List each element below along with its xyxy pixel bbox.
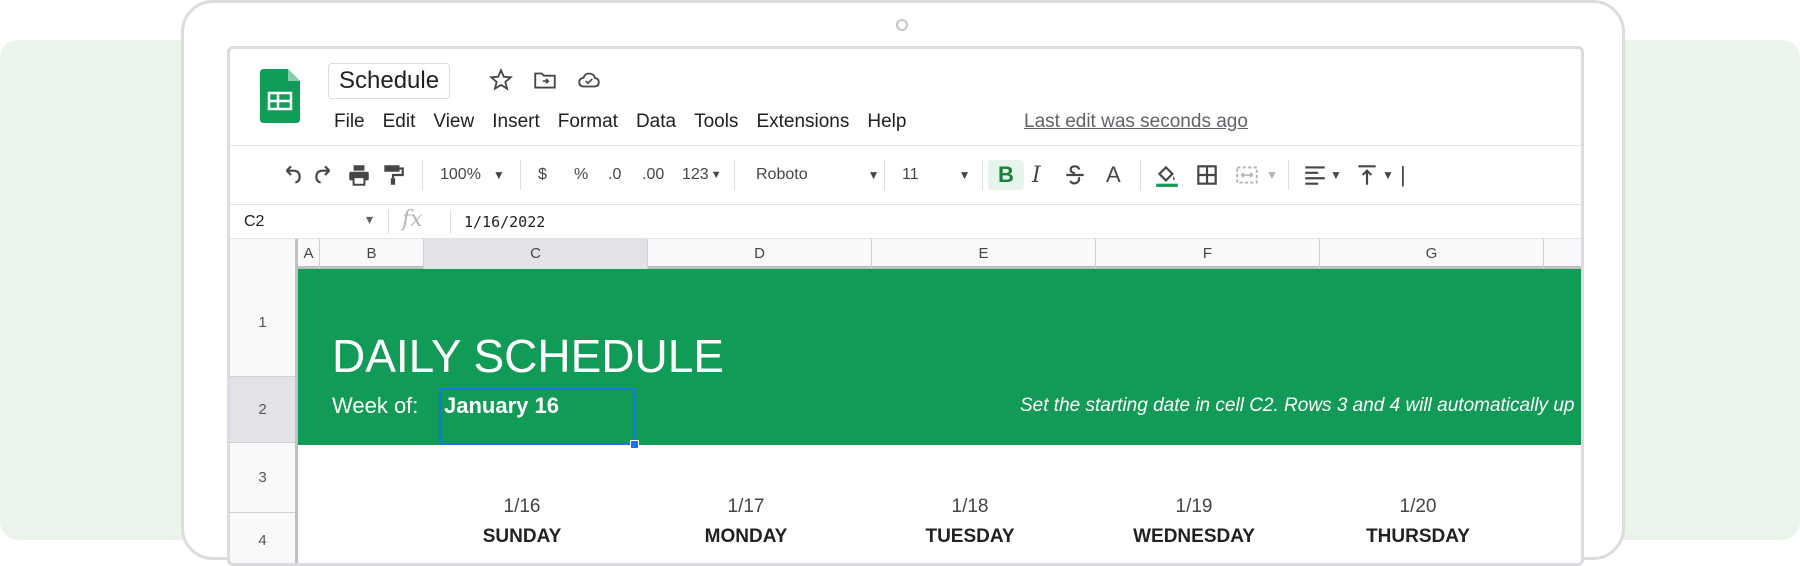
paint-format-button[interactable]: [380, 160, 406, 190]
text-wrap-icon: |: [1400, 162, 1406, 187]
currency-format-button[interactable]: $: [538, 160, 547, 190]
row-header-2[interactable]: 2: [230, 377, 295, 443]
chevron-down-icon: ▼: [492, 168, 505, 182]
font-size-select[interactable]: 11 ▼: [902, 160, 971, 190]
select-all-corner[interactable]: [230, 239, 298, 269]
paint-format-icon: [384, 165, 404, 185]
zoom-select[interactable]: 100% ▼: [440, 160, 505, 190]
menu-file[interactable]: File: [334, 111, 365, 133]
merge-cells-button[interactable]: ▼: [1234, 160, 1278, 190]
formula-input[interactable]: 1/16/2022: [464, 213, 545, 231]
column-header-g[interactable]: G: [1320, 239, 1544, 269]
borders-button[interactable]: [1194, 160, 1220, 190]
name-box-dropdown-icon[interactable]: ▾: [366, 211, 373, 228]
chevron-down-icon: ▼: [1330, 168, 1342, 182]
column-header-f[interactable]: F: [1096, 239, 1320, 269]
fill-handle[interactable]: [630, 440, 639, 449]
chevron-down-icon: ▼: [958, 168, 971, 182]
borders-icon: [1197, 165, 1217, 185]
date-cell[interactable]: 1/20: [1320, 496, 1516, 518]
text-color-button[interactable]: A: [1106, 160, 1121, 190]
fill-color-button[interactable]: [1154, 160, 1180, 190]
vertical-align-button[interactable]: ▼: [1354, 160, 1394, 190]
column-headers: A B C D E F G: [230, 239, 1581, 269]
column-header-b[interactable]: B: [320, 239, 424, 269]
percent-format-button[interactable]: %: [574, 160, 588, 190]
day-name-cell[interactable]: TUESDAY: [872, 526, 1068, 548]
row-header-1[interactable]: 1: [230, 269, 295, 377]
laptop-frame: Schedule File Edit View Insert Format Da…: [181, 0, 1625, 566]
menu-edit[interactable]: Edit: [383, 111, 416, 133]
last-edit-link[interactable]: Last edit was seconds ago: [1024, 111, 1248, 133]
strikethrough-button[interactable]: [1062, 160, 1088, 190]
print-button[interactable]: [346, 160, 372, 190]
font-size-value: 11: [902, 166, 919, 183]
zoom-value: 100%: [440, 166, 481, 183]
redo-icon: [315, 165, 331, 184]
horizontal-align-button[interactable]: ▼: [1302, 160, 1342, 190]
cell-selection: [439, 388, 635, 445]
text-wrap-button[interactable]: |: [1400, 160, 1406, 190]
week-of-label: Week of:: [332, 393, 419, 418]
italic-button[interactable]: I: [1032, 160, 1041, 190]
font-select[interactable]: Roboto ▼: [756, 160, 879, 190]
camera-dot: [896, 19, 908, 31]
menu-bar: File Edit View Insert Format Data Tools …: [334, 111, 906, 133]
font-value: Roboto: [756, 166, 808, 183]
chevron-down-icon: ▼: [1266, 168, 1278, 182]
increase-decimal-button[interactable]: .00: [642, 160, 664, 190]
fx-icon: fx: [402, 207, 423, 232]
menu-insert[interactable]: Insert: [492, 111, 540, 133]
day-name-cell[interactable]: WEDNESDAY: [1096, 526, 1292, 548]
undo-button[interactable]: [278, 160, 304, 190]
formula-bar: C2 ▾ fx 1/16/2022: [230, 205, 1581, 239]
menu-extensions[interactable]: Extensions: [756, 111, 849, 133]
more-formats-label: 123: [682, 166, 709, 183]
print-icon: [349, 165, 369, 186]
row-headers: 1 2 3 4: [230, 269, 298, 563]
star-icon[interactable]: [488, 67, 514, 93]
undo-icon: [285, 165, 301, 184]
document-title[interactable]: Schedule: [328, 63, 451, 99]
row-header-3[interactable]: 3: [230, 443, 295, 513]
decrease-decimal-button[interactable]: .0: [608, 160, 621, 190]
more-formats-button[interactable]: 123 ▼: [682, 160, 722, 190]
align-left-icon: [1305, 166, 1325, 185]
column-header-a[interactable]: A: [298, 239, 320, 269]
bold-button[interactable]: B: [988, 160, 1024, 190]
toolbar: 100% ▼ $ % .0 .00 123 ▼ Roboto ▼ 11 ▼ B …: [230, 145, 1581, 205]
chevron-down-icon: ▼: [867, 168, 880, 182]
strikethrough-icon: [1066, 165, 1084, 185]
instruction-text: Set the starting date in cell C2. Rows 3…: [1020, 395, 1575, 416]
column-header-c[interactable]: C: [424, 239, 648, 269]
date-cell[interactable]: 1/19: [1096, 496, 1292, 518]
chevron-down-icon: ▼: [1382, 168, 1394, 182]
menu-view[interactable]: View: [433, 111, 474, 133]
menu-tools[interactable]: Tools: [694, 111, 738, 133]
merge-cells-icon: [1236, 166, 1258, 184]
menu-format[interactable]: Format: [558, 111, 618, 133]
fill-color-icon: [1156, 165, 1178, 187]
move-folder-icon[interactable]: [532, 67, 558, 93]
day-name-cell[interactable]: SUNDAY: [424, 526, 620, 548]
menu-data[interactable]: Data: [636, 111, 676, 133]
date-cell[interactable]: 1/17: [648, 496, 844, 518]
day-name-cell[interactable]: THURSDAY: [1320, 526, 1516, 548]
date-cell[interactable]: 1/16: [424, 496, 620, 518]
column-header-e[interactable]: E: [872, 239, 1096, 269]
sheet-heading: DAILY SCHEDULE: [332, 330, 724, 382]
date-cell[interactable]: 1/18: [872, 496, 1068, 518]
name-box[interactable]: C2: [244, 213, 264, 231]
vertical-align-top-icon: [1358, 165, 1376, 185]
redo-button[interactable]: [312, 160, 338, 190]
menu-help[interactable]: Help: [867, 111, 906, 133]
day-name-cell[interactable]: MONDAY: [648, 526, 844, 548]
sheets-logo-icon[interactable]: [260, 69, 300, 123]
cloud-status-icon[interactable]: [576, 67, 602, 93]
spreadsheet-window: Schedule File Edit View Insert Format Da…: [227, 46, 1584, 566]
chevron-down-icon: ▼: [710, 169, 722, 181]
column-header-d[interactable]: D: [648, 239, 872, 269]
